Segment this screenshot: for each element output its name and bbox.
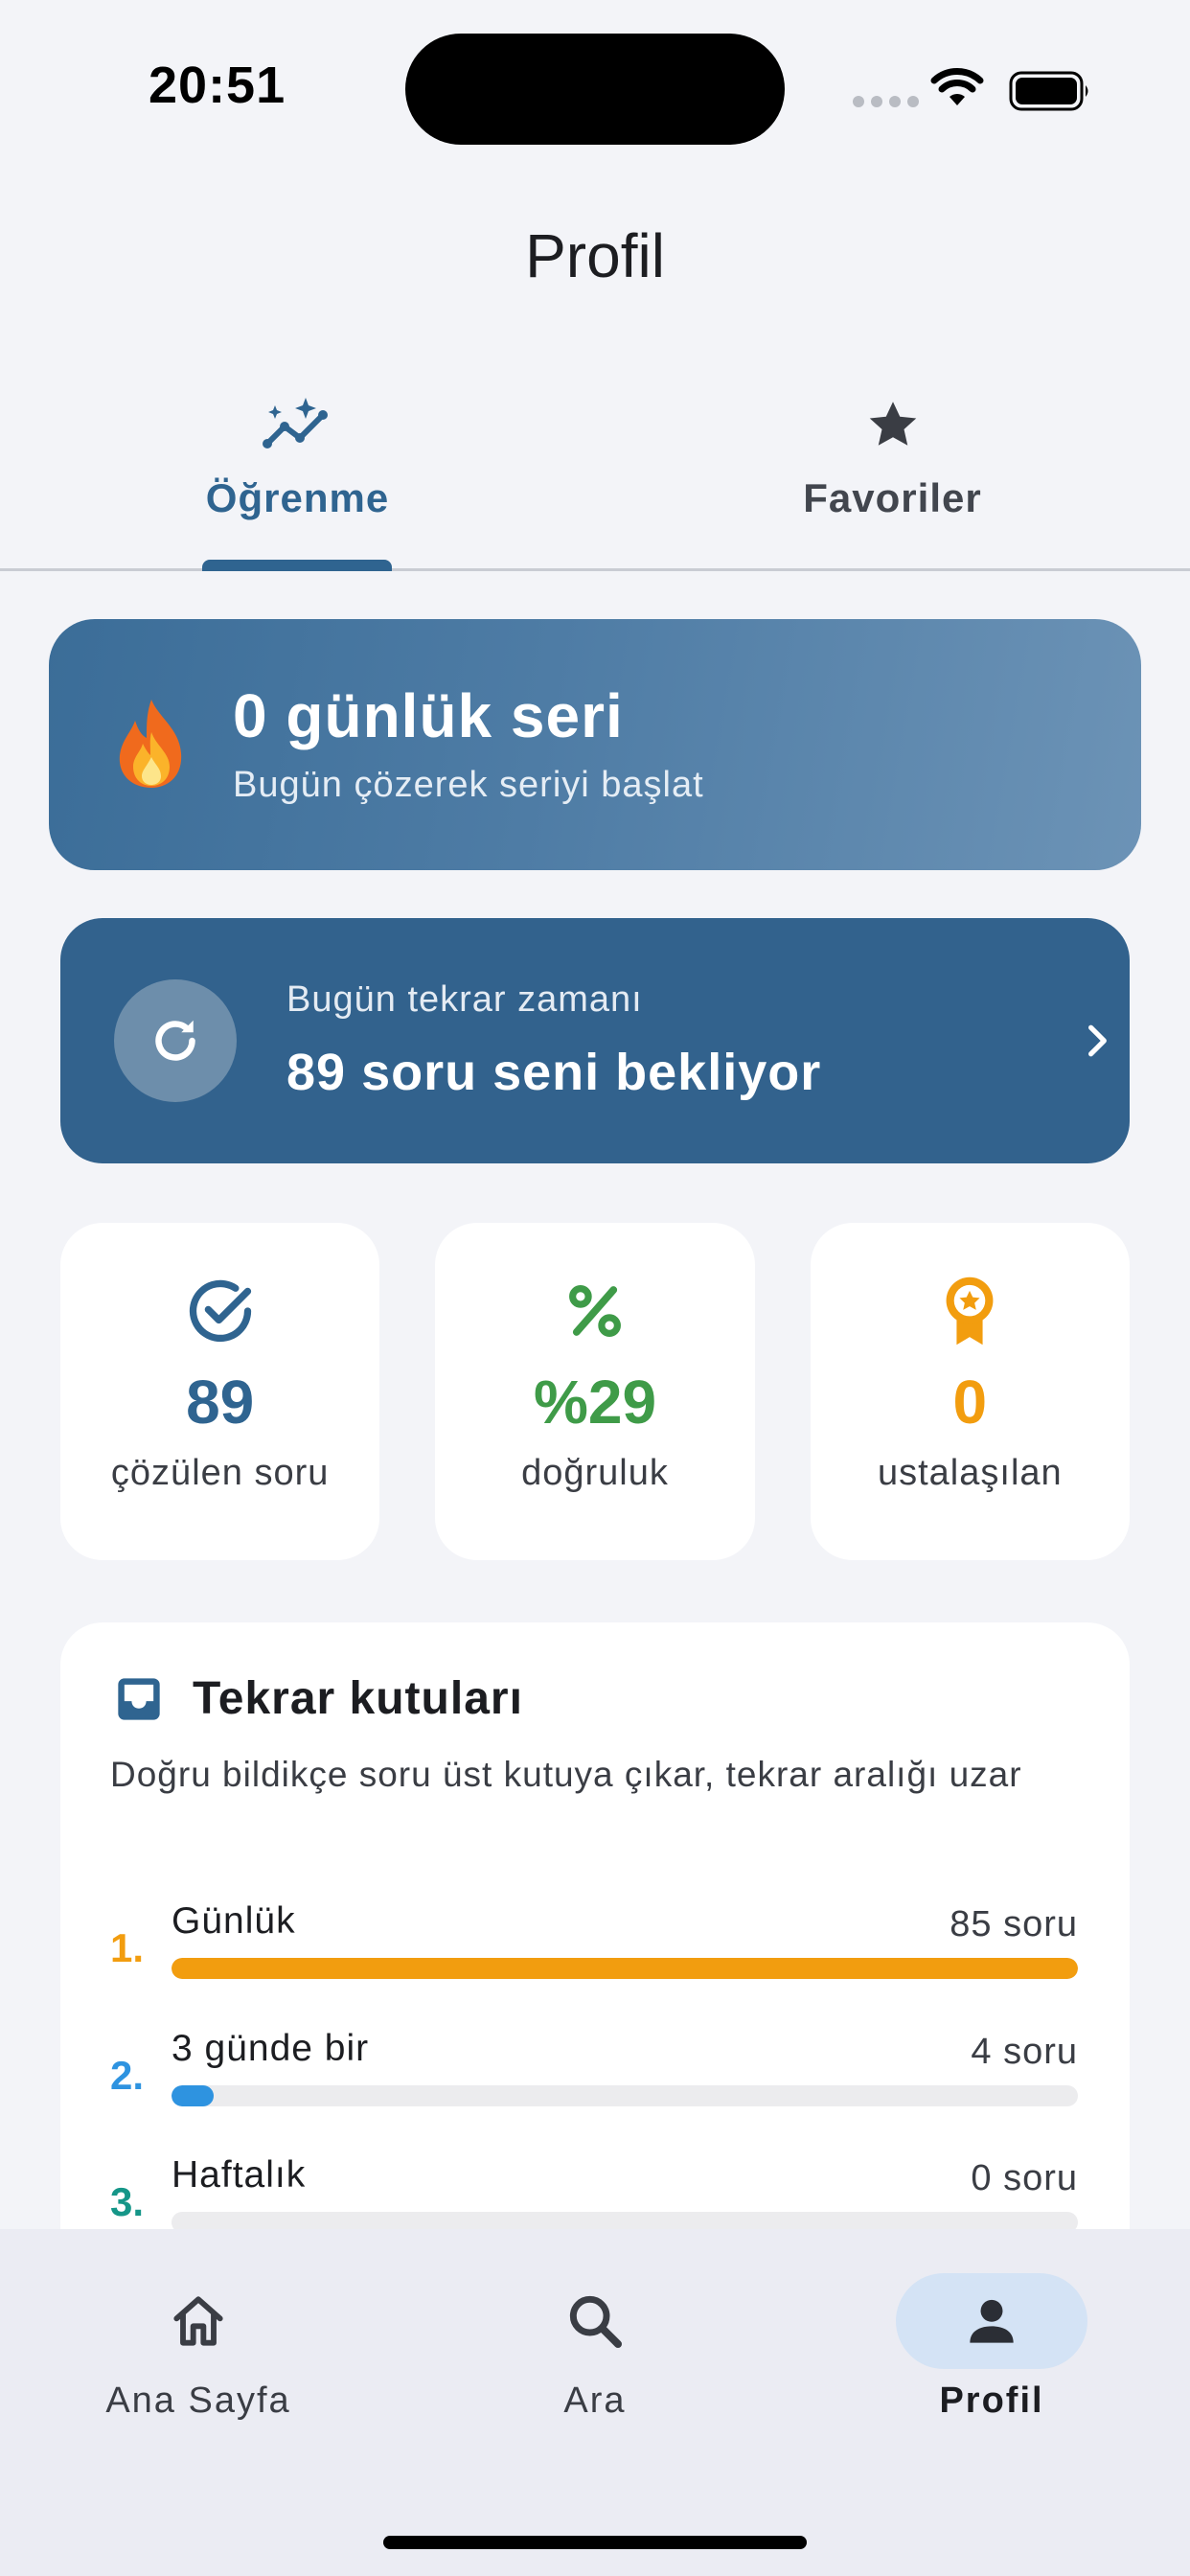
stat-label-accuracy: doğruluk [521, 1453, 669, 1493]
profile-tabs: Öğrenme Favoriler [0, 383, 1190, 571]
nav-item-home[interactable]: Ana Sayfa [0, 2229, 397, 2576]
nav-item-search[interactable]: Ara [397, 2229, 793, 2576]
box-count: 4 soru [971, 2032, 1078, 2072]
check-circle-icon [189, 1279, 251, 1343]
stat-card-mastered: 0 ustalaşılan [810, 1223, 1130, 1560]
nav-label-search: Ara [563, 2380, 627, 2421]
box-name: 3 günde bir [172, 2028, 370, 2069]
nav-label-home: Ana Sayfa [105, 2380, 291, 2421]
fire-icon [119, 700, 182, 788]
star-icon [869, 402, 916, 446]
status-time: 20:51 [149, 57, 286, 114]
box-count: 0 soru [971, 2158, 1078, 2198]
streak-title: 0 günlük seri [233, 681, 624, 750]
stat-card-accuracy: %29 doğruluk [435, 1223, 755, 1560]
box-name: Haftalık [172, 2154, 307, 2196]
review-icon-circle [114, 979, 237, 1102]
inbox-icon [118, 1677, 160, 1720]
refresh-icon [155, 1020, 195, 1061]
award-icon [946, 1276, 994, 1346]
box-name: Günlük [172, 1900, 296, 1942]
review-subtitle: Bugün tekrar zamanı [286, 979, 643, 1020]
app-header: Profil [0, 220, 1190, 291]
percent-icon [569, 1285, 621, 1337]
review-boxes-title: Tekrar kutuları [193, 1673, 523, 1724]
box-progress-track [172, 2085, 1078, 2106]
status-bar: 20:51 [0, 0, 1190, 172]
review-title: 89 soru seni bekliyor [286, 1044, 822, 1101]
box-number: 1. [110, 1925, 145, 1970]
streak-card: 0 günlük seri Bugün çözerek seriyi başla… [49, 619, 1141, 870]
nav-item-profile[interactable]: Profil [793, 2229, 1190, 2576]
tab-favorites-label: Favoriler [803, 475, 982, 520]
battery-icon [1009, 71, 1088, 111]
tab-learning-label: Öğrenme [205, 475, 390, 520]
box-number: 3. [110, 2179, 145, 2224]
person-icon [970, 2299, 1014, 2343]
trending-sparkle-icon [262, 398, 328, 448]
stat-label-mastered: ustalaşılan [877, 1453, 1063, 1493]
nav-label-profile: Profil [939, 2380, 1044, 2421]
stat-value-solved: 89 [186, 1368, 255, 1437]
review-boxes-header: Tekrar kutuları [114, 1672, 523, 1725]
tab-favorites[interactable]: Favoriler [595, 383, 1190, 568]
home-indicator [383, 2536, 807, 2549]
box-progress-track [172, 1958, 1078, 1979]
bottom-navigation: Ana Sayfa Ara Profil [0, 2229, 1190, 2576]
box-row[interactable]: 2. 3 günde bir 4 soru [110, 2028, 1078, 2124]
stat-value-mastered: 0 [952, 1368, 988, 1437]
streak-subtitle: Bugün çözerek seriyi başlat [233, 765, 704, 805]
box-row[interactable]: 1. Günlük 85 soru [110, 1900, 1078, 1996]
tab-learning[interactable]: Öğrenme [0, 383, 595, 571]
nav-active-pill [896, 2273, 1087, 2369]
stat-value-accuracy: %29 [533, 1368, 657, 1437]
stat-label-solved: çözülen soru [110, 1453, 330, 1493]
box-count: 85 soru [950, 1904, 1078, 1944]
box-progress-fill [172, 1958, 1078, 1979]
box-number: 2. [110, 2053, 145, 2098]
active-tab-indicator [202, 560, 392, 571]
box-progress-fill [172, 2085, 215, 2106]
review-boxes-description: Doğru bildikçe soru üst kutuya çıkar, te… [110, 1755, 1022, 1794]
chevron-right-icon [1088, 1024, 1107, 1057]
home-icon [173, 2296, 223, 2346]
search-icon [569, 2295, 622, 2348]
review-due-card[interactable]: Bugün tekrar zamanı 89 soru seni bekliyo… [60, 918, 1130, 1163]
stats-row: 89 çözülen soru %29 doğruluk 0 ustalaşıl… [60, 1223, 1130, 1560]
review-boxes-card: Tekrar kutuları Doğru bildikçe soru üst … [60, 1622, 1130, 2293]
stat-card-solved: 89 çözülen soru [60, 1223, 380, 1560]
dynamic-island [405, 34, 785, 145]
cellular-signal-icon [853, 96, 919, 107]
wifi-icon [930, 68, 984, 105]
page-title: Profil [525, 221, 665, 290]
